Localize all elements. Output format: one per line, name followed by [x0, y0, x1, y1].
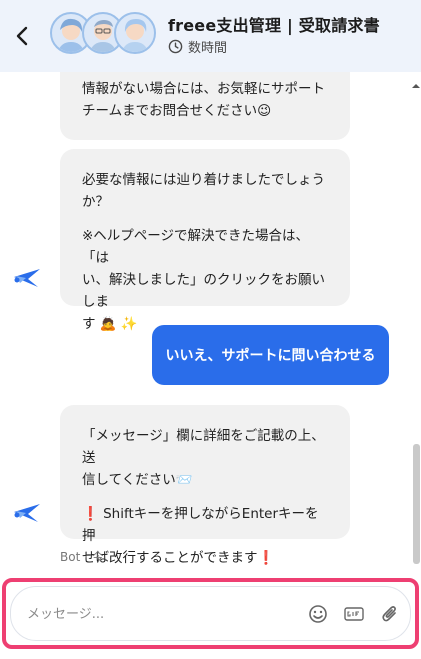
message-text: ※ヘルプページで解決できた場合は、「は [82, 228, 310, 266]
back-button[interactable] [10, 24, 34, 48]
bot-avatar [12, 265, 42, 289]
gif-button[interactable] [343, 603, 365, 625]
conversation[interactable]: 情報がない場合には、お気軽にサポート チームまでお問合せください😉 必要な情報に… [0, 72, 421, 577]
message-text: 必要な情報には辿り着けましたでしょう [82, 172, 325, 188]
message-composer [10, 586, 411, 641]
bot-bird-icon [14, 269, 40, 287]
scroll-thumb[interactable] [413, 444, 420, 564]
bot-message: 必要な情報には辿り着けましたでしょう か？ ※ヘルプページで解決できた場合は、「… [60, 149, 350, 332]
agent-avatars [50, 12, 156, 56]
chat-header: freee支出管理 | 受取請求書 数時間 [0, 0, 421, 72]
contact-support-button[interactable]: いいえ、サポートに問い合わせる [152, 325, 389, 385]
response-time: 数時間 [168, 37, 227, 56]
back-arrow-icon [16, 26, 28, 46]
bot-message: 情報がない場合には、お気軽にサポート チームまでお問合せください😉 [60, 72, 350, 140]
message-text: せば改行することができます❗ [82, 550, 275, 566]
attach-button[interactable] [379, 603, 401, 625]
page-title: freee支出管理 | 受取請求書 [168, 16, 380, 35]
message-text: ❗ Shiftキーを押しながらEnterキーを押 [82, 506, 319, 544]
message-text: 「メッセージ」欄に詳細をご記載の上、送 [82, 428, 325, 466]
emoji-button[interactable] [307, 603, 329, 625]
message-input[interactable] [27, 602, 287, 626]
scroll-up-icon[interactable] [412, 82, 420, 90]
emoji-icon [309, 605, 327, 623]
message-text: チームまでお問合せください😉 [82, 103, 272, 119]
composer-area [0, 578, 421, 659]
message-meta: Bot · 今. [60, 550, 108, 564]
clock-icon [168, 39, 183, 54]
message-text: か？ [82, 194, 109, 210]
message-text: 情報がない場合には、お気軽にサポート [82, 81, 325, 97]
attachment-icon [382, 606, 396, 622]
bot-message: 「メッセージ」欄に詳細をご記載の上、送 信してください📨 ❗ Shiftキーを押… [60, 405, 350, 566]
highlight-frame [2, 578, 419, 649]
message-text: い、解決しました」のクリックをお願いしま [82, 272, 325, 310]
scrollbar[interactable] [411, 72, 421, 577]
bot-avatar [12, 500, 42, 524]
message-text: 信してください📨 [82, 472, 193, 488]
gif-icon [344, 607, 364, 621]
avatar [114, 12, 156, 54]
response-time-label: 数時間 [188, 41, 228, 56]
bot-bird-icon [14, 504, 40, 522]
